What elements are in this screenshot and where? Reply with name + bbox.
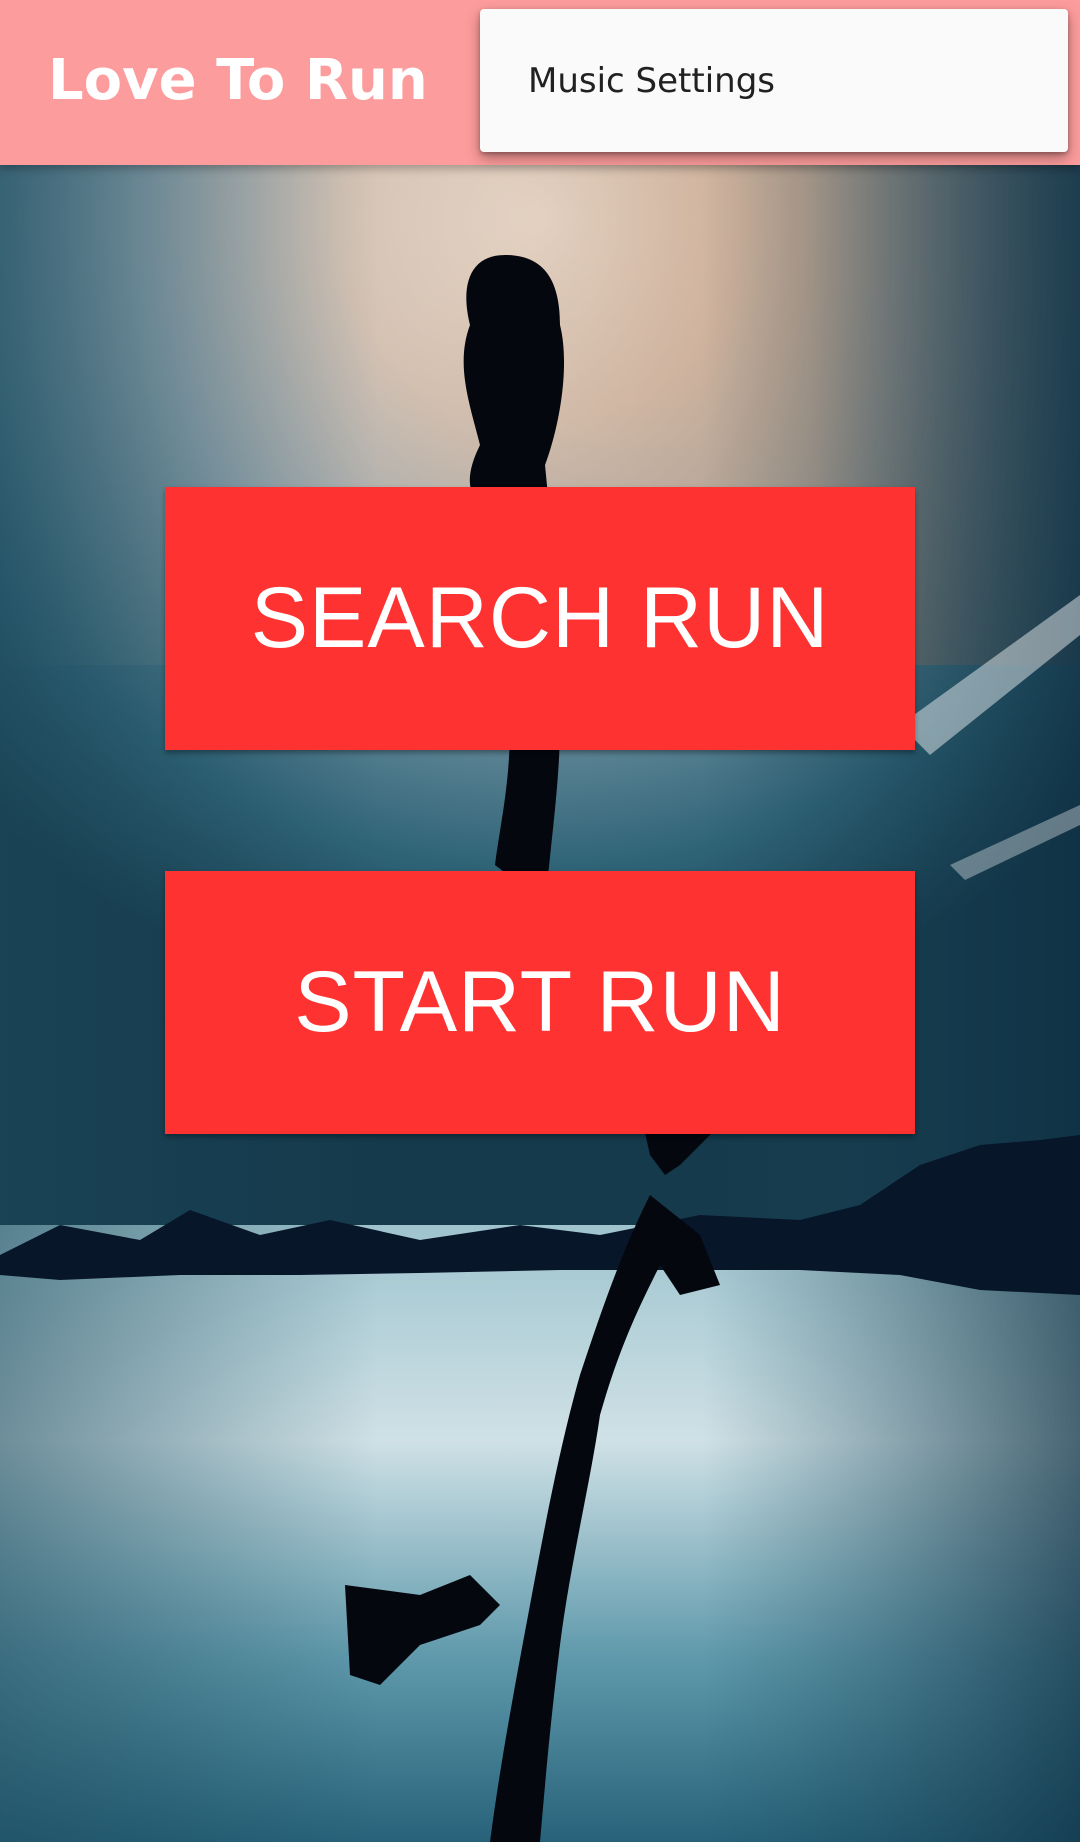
- overflow-menu: Music Settings: [480, 9, 1068, 152]
- search-run-button[interactable]: SEARCH RUN: [165, 487, 915, 750]
- app-title: Love To Run: [48, 48, 428, 113]
- menu-item-music-settings[interactable]: Music Settings: [480, 9, 1068, 152]
- screen: Love To Run SEARCH RUN START RUN Music S…: [0, 0, 1080, 1842]
- start-run-button[interactable]: START RUN: [165, 871, 915, 1134]
